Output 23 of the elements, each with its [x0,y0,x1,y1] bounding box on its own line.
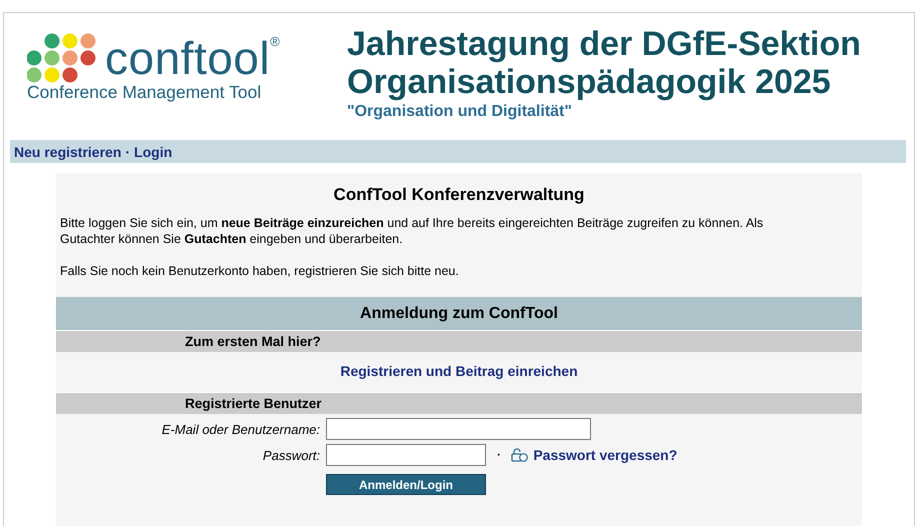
login-button[interactable]: Anmelden/Login [326,474,486,495]
logo-tagline: Conference Management Tool [27,82,262,103]
login-title: Anmeldung zum ConfTool [56,297,862,330]
forgot-password-link[interactable]: Passwort vergessen? [511,447,678,463]
lock-question-icon [511,448,528,462]
conference-title: Organisationspädagogik 2025 [347,63,832,101]
intro-text: Falls Sie noch kein Benutzerkonto haben, registrieren Sie sich bitte neu. [60,263,460,279]
page-heading: ConfTool Konferenzverwaltung [332,184,586,206]
intro-text: Bitte loggen Sie sich ein, um neue Beiträge einzureichen und auf Ihre bereits eingereichten Beiträge zugreifen zu können. Als Gutachter können Sie Gutachten eingeben und überarbeiten. [60,215,764,247]
section-heading: Registrierte Benutzer [56,392,862,414]
nav-link[interactable]: Login [134,144,172,160]
email-field[interactable] [326,418,591,440]
separator: · [125,144,130,160]
conference-title: Jahrestagung der DGfE-Sektion [347,25,861,63]
field-label: Passwort: [262,448,320,462]
conference-subtitle: "Organisation und Digitalität" [347,103,573,121]
password-field[interactable] [326,444,486,466]
nav-link[interactable]: Neu registrieren [14,144,122,160]
register-link[interactable]: Registrieren und Beitrag einreichen [340,363,578,379]
field-label: E-Mail oder Benutzername: [160,422,320,436]
separator: · [496,446,502,464]
section-heading: Zum ersten Mal hier? [56,330,862,352]
logo-wordmark: conftool$^{®}$ [105,35,280,81]
